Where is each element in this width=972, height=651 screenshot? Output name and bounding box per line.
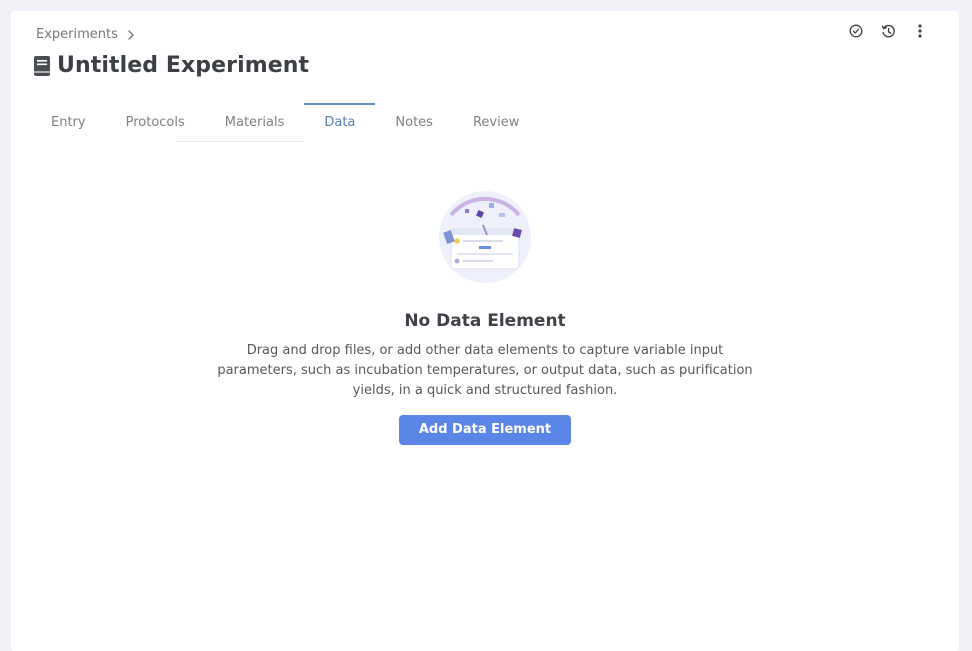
empty-data-illustration xyxy=(439,191,531,283)
tab-review[interactable]: Review xyxy=(453,103,539,143)
add-data-element-button[interactable]: Add Data Element xyxy=(398,415,572,445)
notebook-icon xyxy=(34,55,50,76)
more-vertical-icon xyxy=(918,24,922,38)
tab-entry[interactable]: Entry xyxy=(31,103,106,143)
header-actions xyxy=(847,22,929,40)
tab-data[interactable]: Data xyxy=(304,103,376,143)
experiment-card: Experiments Untitled Experiment Entry Pr… xyxy=(11,11,959,651)
empty-state: No Data Element Drag and drop files, or … xyxy=(11,189,959,445)
breadcrumb-experiments-link[interactable]: Experiments xyxy=(36,27,118,42)
tab-divider xyxy=(176,141,304,142)
complete-button[interactable] xyxy=(847,22,865,40)
tab-bar: Entry Protocols Materials Data Notes Rev… xyxy=(31,103,539,143)
tab-protocols[interactable]: Protocols xyxy=(106,103,205,143)
tab-materials[interactable]: Materials xyxy=(205,103,305,143)
history-icon xyxy=(881,24,895,37)
check-circle-icon xyxy=(849,24,863,38)
page-header: Untitled Experiment xyxy=(33,53,309,78)
more-options-button[interactable] xyxy=(911,22,929,40)
breadcrumb: Experiments xyxy=(36,27,136,42)
tab-notes[interactable]: Notes xyxy=(375,103,453,143)
empty-state-description: Drag and drop files, or add other data e… xyxy=(217,343,753,398)
history-button[interactable] xyxy=(879,22,897,40)
page-title: Untitled Experiment xyxy=(57,53,310,78)
chevron-right-icon xyxy=(128,29,134,40)
empty-state-heading: No Data Element xyxy=(404,311,566,331)
